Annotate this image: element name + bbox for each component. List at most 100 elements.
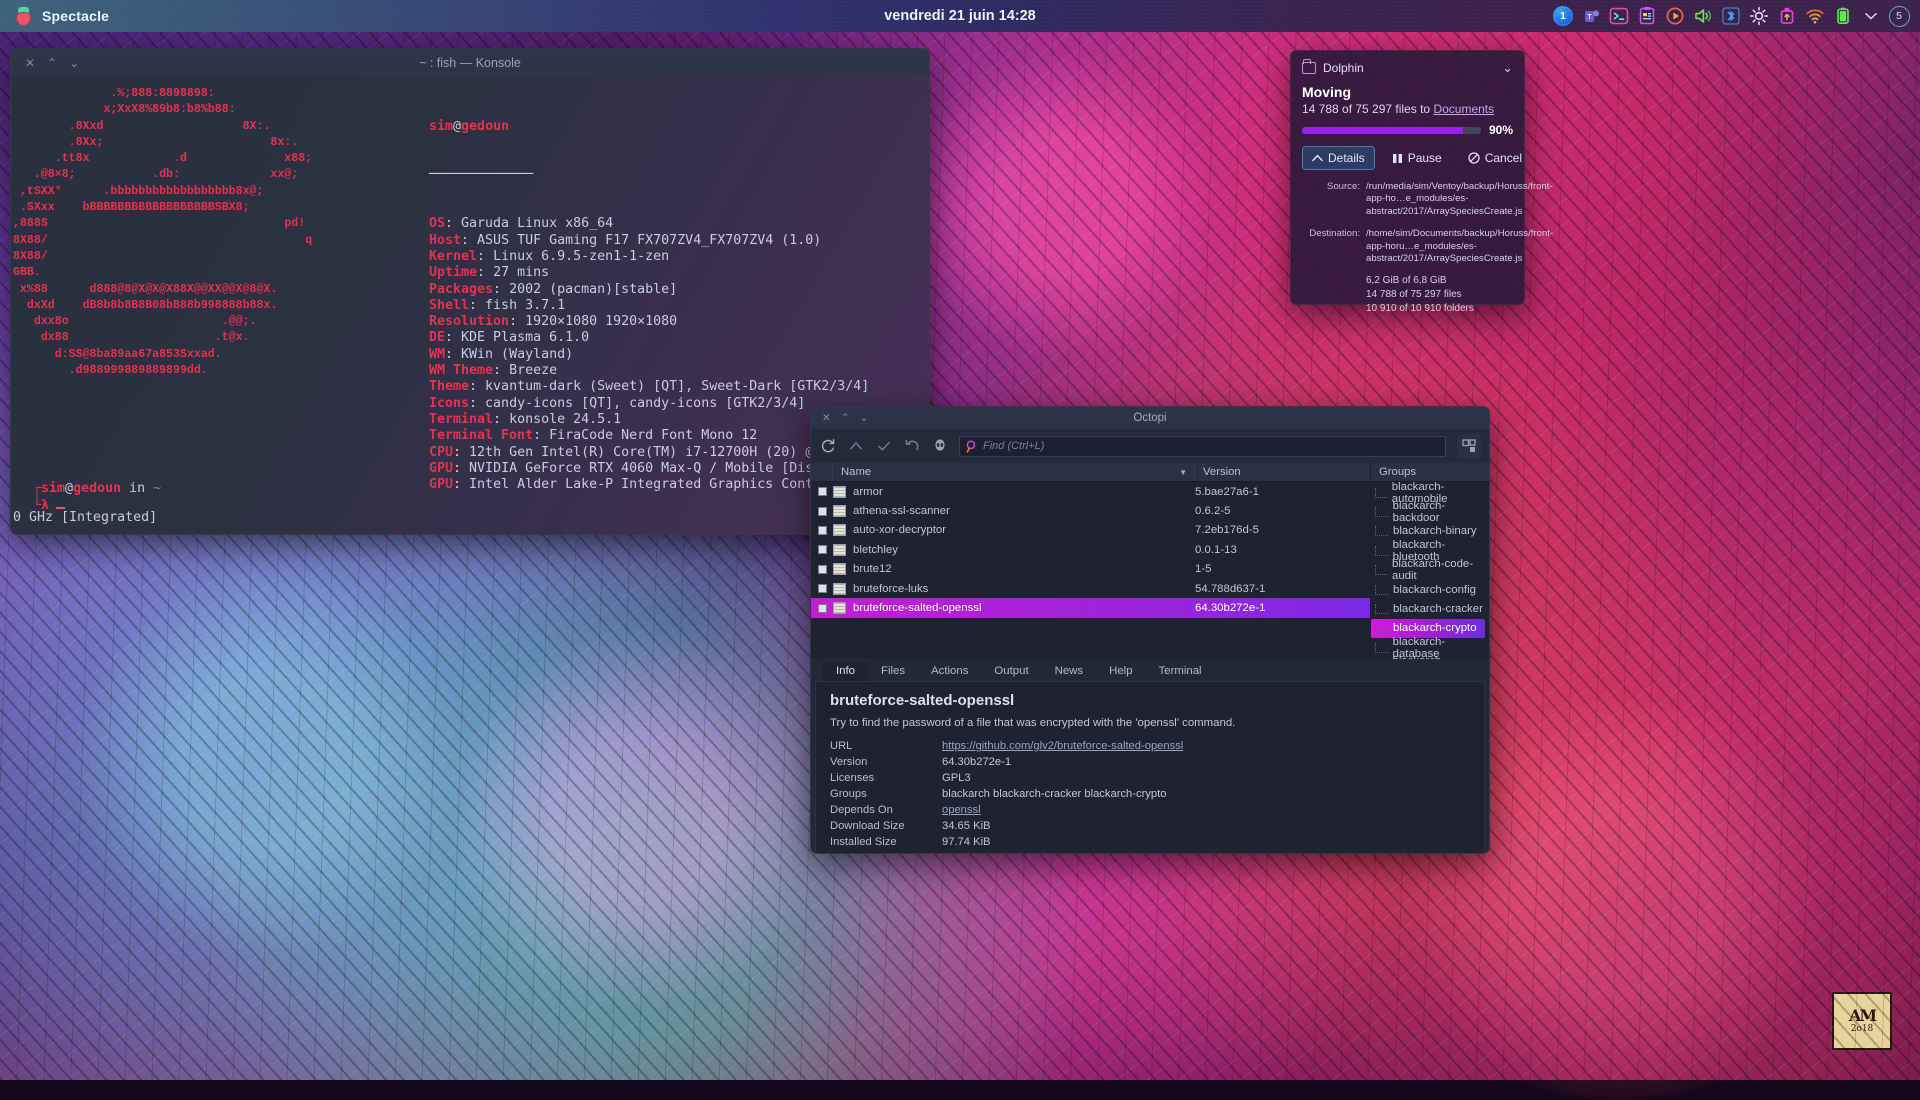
package-rows[interactable]: armor5.bae27a6-1athena-ssl-scanner0.6.2-… [811, 482, 1370, 659]
text-cursor [56, 507, 65, 509]
column-name[interactable]: Name ▼ [833, 463, 1195, 481]
toggle-groups-panel-icon[interactable] [1457, 434, 1481, 458]
table-row[interactable]: bruteforce-salted-openssl64.30b272e-1 [811, 598, 1370, 617]
package-checkbox[interactable] [811, 565, 833, 574]
terminal-icon[interactable] [1608, 5, 1630, 27]
octopi-titlebar[interactable]: ✕ ⌃ ⌄ Octopi [811, 407, 1489, 429]
column-version[interactable]: Version [1195, 463, 1370, 481]
konsole-titlebar[interactable]: ✕ ⌃ ⌄ ~ : fish — Konsole [11, 49, 929, 76]
list-item[interactable]: blackarch-code-audit [1371, 561, 1489, 580]
column-groups[interactable]: Groups [1371, 463, 1489, 481]
list-item[interactable]: blackarch-cracker [1371, 599, 1489, 618]
minimize-icon[interactable]: ⌄ [69, 56, 79, 70]
desktop-number: 5 [1889, 6, 1910, 27]
destination-label: Destination: [1302, 220, 1360, 265]
media-player-icon[interactable] [1664, 5, 1686, 27]
close-icon[interactable]: ✕ [822, 412, 831, 424]
neofetch-field: Shell: fish 3.7.1 [429, 298, 909, 314]
package-checkbox[interactable] [811, 526, 833, 535]
brightness-icon[interactable] [1748, 5, 1770, 27]
minimize-icon[interactable]: ⌄ [860, 412, 869, 424]
package-icon [833, 524, 846, 536]
list-item[interactable]: blackarch-backdoor [1371, 502, 1489, 521]
desktop-switcher-icon[interactable]: 5 [1888, 5, 1910, 27]
package-version: 0.6.2-5 [1195, 505, 1370, 517]
pause-button[interactable]: Pause [1383, 147, 1451, 169]
close-icon[interactable]: ✕ [25, 56, 35, 70]
neofetch-field-value: fish 3.7.1 [485, 298, 565, 313]
details-button[interactable]: Details [1302, 146, 1375, 170]
neofetch-field-value: KDE Plasma 6.1.0 [461, 330, 589, 345]
group-rows[interactable]: blackarch-automobileblackarch-backdoorbl… [1371, 482, 1489, 659]
pause-button-label: Pause [1408, 151, 1442, 165]
info-row-link[interactable]: openssl [942, 804, 981, 816]
cancel-button[interactable]: Cancel [1459, 147, 1531, 169]
konsole-window[interactable]: ✕ ⌃ ⌄ ~ : fish — Konsole .%;888:8898898:… [10, 48, 930, 535]
info-row: Groupsblackarch blackarch-cracker blacka… [830, 786, 1183, 802]
tab-files[interactable]: Files [868, 662, 918, 681]
octopi-tabs[interactable]: InfoFilesActionsOutputNewsHelpTerminal [811, 659, 1489, 681]
tree-branch-icon [1375, 585, 1388, 595]
wifi-icon[interactable] [1804, 5, 1826, 27]
search-input[interactable]: Find (Ctrl+L) [959, 436, 1446, 457]
package-checkbox[interactable] [811, 507, 833, 516]
tab-actions[interactable]: Actions [918, 662, 981, 681]
octopi-window[interactable]: ✕ ⌃ ⌄ Octopi Find (Ctrl+L) [810, 406, 1490, 854]
system-upgrade-icon[interactable] [847, 438, 864, 455]
table-row[interactable]: brute121-5 [811, 560, 1370, 579]
package-checkbox[interactable] [811, 584, 833, 593]
package-checkbox[interactable] [811, 545, 833, 554]
package-checkbox[interactable] [811, 487, 833, 496]
refresh-icon[interactable] [819, 438, 836, 455]
package-icon [833, 583, 846, 595]
dolphin-stat-line: 10 910 of 10 910 folders [1366, 302, 1513, 316]
konsole-terminal-body[interactable]: .%;888:8898898: x;XxX8%89b8:b8%b88: .8Xx… [11, 76, 929, 535]
tree-branch-icon [1375, 507, 1388, 517]
neofetch-field-value: Garuda Linux x86_64 [461, 216, 613, 231]
chevron-down-icon[interactable] [1860, 5, 1882, 27]
clipboard-icon[interactable] [1636, 5, 1658, 27]
package-icon [833, 505, 846, 517]
sort-descending-icon: ▼ [1179, 468, 1187, 477]
neofetch-field: Resolution: 1920×1080 1920×1080 [429, 314, 909, 330]
chevron-down-icon[interactable]: ⌄ [1502, 60, 1513, 76]
info-row-link[interactable]: https://github.com/glv2/bruteforce-salte… [942, 740, 1183, 752]
table-row[interactable]: bruteforce-luks54.788d637-1 [811, 579, 1370, 598]
volume-icon[interactable] [1692, 5, 1714, 27]
maximize-icon[interactable]: ⌃ [47, 56, 57, 70]
shell-prompt[interactable]: ┌sim@gedoun in ~ └λ [33, 480, 161, 514]
alien-aur-icon[interactable] [931, 438, 948, 455]
tab-news[interactable]: News [1042, 662, 1096, 681]
groups-table-header: Groups [1371, 463, 1489, 482]
group-label: blackarch-debugger [1393, 655, 1490, 659]
tab-output[interactable]: Output [981, 662, 1041, 681]
table-row[interactable]: athena-ssl-scanner0.6.2-5 [811, 501, 1370, 520]
neofetch-rule: ───────────── [429, 167, 909, 183]
rollback-changes-icon[interactable] [903, 438, 920, 455]
bluetooth-icon[interactable] [1720, 5, 1742, 27]
panel-active-window[interactable]: Spectacle [0, 7, 109, 26]
dolphin-destination-link[interactable]: Documents [1433, 102, 1494, 116]
tab-terminal[interactable]: Terminal [1146, 662, 1215, 681]
list-item[interactable]: blackarch-debugger [1371, 658, 1489, 659]
info-row-value[interactable]: https://github.com/glv2/bruteforce-salte… [942, 738, 1183, 754]
firefox-icon[interactable]: 1 [1552, 5, 1574, 27]
table-row[interactable]: armor5.bae27a6-1 [811, 482, 1370, 501]
neofetch-field: Theme: kvantum-dark (Sweet) [QT], Sweet-… [429, 379, 909, 395]
tab-info[interactable]: Info [823, 662, 868, 681]
list-item[interactable]: blackarch-config [1371, 580, 1489, 599]
table-row[interactable]: bletchley0.0.1-13 [811, 540, 1370, 559]
info-row: Depends Onopenssl [830, 802, 1183, 818]
garuda-strawberry-icon [14, 7, 33, 26]
teams-icon[interactable]: T [1580, 5, 1602, 27]
commit-changes-icon[interactable] [875, 438, 892, 455]
table-row[interactable]: auto-xor-decryptor7.2eb176d-5 [811, 521, 1370, 540]
tab-help[interactable]: Help [1096, 662, 1145, 681]
maximize-icon[interactable]: ⌃ [841, 412, 850, 424]
battery-icon[interactable] [1832, 5, 1854, 27]
dolphin-transfer-dialog[interactable]: Dolphin ⌄ Moving 14 788 of 75 297 files … [1290, 50, 1525, 305]
package-icon [833, 544, 846, 556]
info-row-value[interactable]: openssl [942, 802, 1183, 818]
package-checkbox[interactable] [811, 604, 833, 613]
usb-device-icon[interactable] [1776, 5, 1798, 27]
